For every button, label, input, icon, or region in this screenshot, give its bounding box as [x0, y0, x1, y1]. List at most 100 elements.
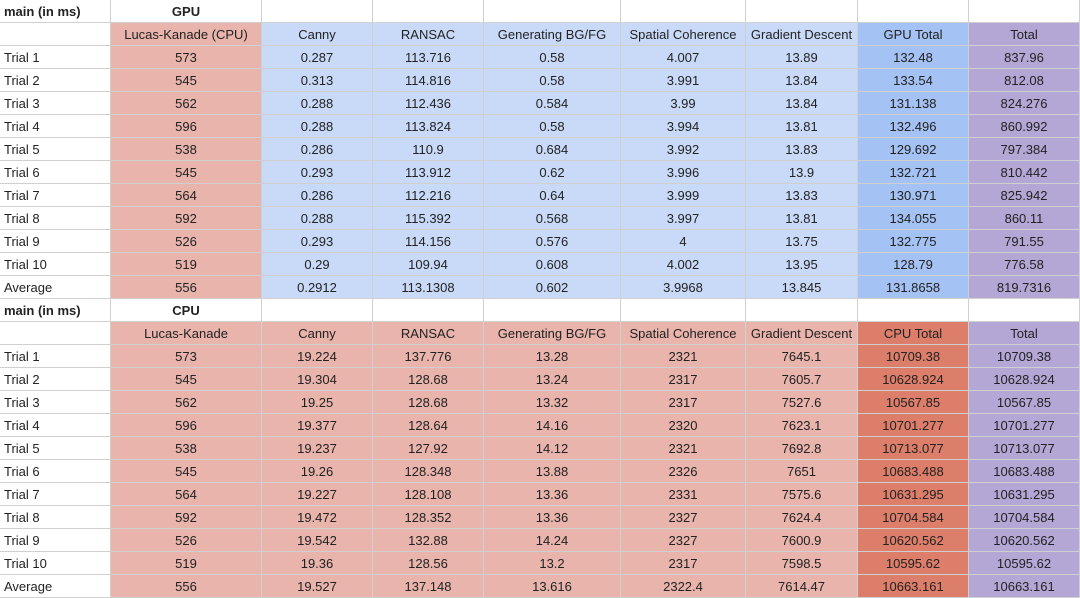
empty-cell[interactable]: [484, 299, 621, 322]
value-cell[interactable]: 10628.924: [969, 368, 1080, 391]
value-cell[interactable]: 110.9: [373, 138, 484, 161]
value-cell[interactable]: 10709.38: [858, 345, 969, 368]
empty-cell[interactable]: [262, 299, 373, 322]
value-cell[interactable]: 13.84: [746, 92, 858, 115]
value-cell[interactable]: 132.496: [858, 115, 969, 138]
row-label-cell[interactable]: Trial 6: [0, 161, 111, 184]
column-header-cell[interactable]: Canny: [262, 322, 373, 345]
value-cell[interactable]: 0.2912: [262, 276, 373, 299]
value-cell[interactable]: 14.16: [484, 414, 621, 437]
value-cell[interactable]: 824.276: [969, 92, 1080, 115]
value-cell[interactable]: 128.108: [373, 483, 484, 506]
value-cell[interactable]: 128.68: [373, 368, 484, 391]
value-cell[interactable]: 13.28: [484, 345, 621, 368]
row-label-cell[interactable]: Trial 7: [0, 184, 111, 207]
value-cell[interactable]: 13.81: [746, 207, 858, 230]
value-cell[interactable]: 0.286: [262, 138, 373, 161]
value-cell[interactable]: 2320: [621, 414, 746, 437]
value-cell[interactable]: 109.94: [373, 253, 484, 276]
value-cell[interactable]: 596: [111, 115, 262, 138]
value-cell[interactable]: 3.994: [621, 115, 746, 138]
value-cell[interactable]: 0.602: [484, 276, 621, 299]
value-cell[interactable]: 19.227: [262, 483, 373, 506]
value-cell[interactable]: 10713.077: [858, 437, 969, 460]
value-cell[interactable]: 7623.1: [746, 414, 858, 437]
value-cell[interactable]: 112.216: [373, 184, 484, 207]
section-label-cell[interactable]: main (in ms): [0, 299, 111, 322]
value-cell[interactable]: 10709.38: [969, 345, 1080, 368]
value-cell[interactable]: 526: [111, 230, 262, 253]
row-label-cell[interactable]: Trial 8: [0, 207, 111, 230]
value-cell[interactable]: 0.313: [262, 69, 373, 92]
value-cell[interactable]: 0.293: [262, 161, 373, 184]
value-cell[interactable]: 519: [111, 253, 262, 276]
row-label-cell[interactable]: Trial 5: [0, 437, 111, 460]
value-cell[interactable]: 13.2: [484, 552, 621, 575]
value-cell[interactable]: 19.26: [262, 460, 373, 483]
value-cell[interactable]: 7624.4: [746, 506, 858, 529]
value-cell[interactable]: 10683.488: [969, 460, 1080, 483]
value-cell[interactable]: 7527.6: [746, 391, 858, 414]
value-cell[interactable]: 19.527: [262, 575, 373, 598]
row-label-cell[interactable]: Trial 10: [0, 253, 111, 276]
row-label-cell[interactable]: Average: [0, 276, 111, 299]
column-header-cell[interactable]: CPU Total: [858, 322, 969, 345]
value-cell[interactable]: 3.996: [621, 161, 746, 184]
value-cell[interactable]: 14.12: [484, 437, 621, 460]
value-cell[interactable]: 137.148: [373, 575, 484, 598]
value-cell[interactable]: 131.8658: [858, 276, 969, 299]
value-cell[interactable]: 860.11: [969, 207, 1080, 230]
row-label-cell[interactable]: Trial 10: [0, 552, 111, 575]
value-cell[interactable]: 113.1308: [373, 276, 484, 299]
row-label-cell[interactable]: Average: [0, 575, 111, 598]
value-cell[interactable]: 10628.924: [858, 368, 969, 391]
value-cell[interactable]: 0.58: [484, 46, 621, 69]
value-cell[interactable]: 13.84: [746, 69, 858, 92]
row-label-cell[interactable]: Trial 4: [0, 414, 111, 437]
value-cell[interactable]: 797.384: [969, 138, 1080, 161]
row-label-cell[interactable]: Trial 2: [0, 69, 111, 92]
value-cell[interactable]: 825.942: [969, 184, 1080, 207]
value-cell[interactable]: 2326: [621, 460, 746, 483]
value-cell[interactable]: 133.54: [858, 69, 969, 92]
value-cell[interactable]: 10704.584: [969, 506, 1080, 529]
value-cell[interactable]: 13.89: [746, 46, 858, 69]
value-cell[interactable]: 519: [111, 552, 262, 575]
empty-cell[interactable]: [969, 0, 1080, 23]
value-cell[interactable]: 7614.47: [746, 575, 858, 598]
value-cell[interactable]: 132.88: [373, 529, 484, 552]
value-cell[interactable]: 128.68: [373, 391, 484, 414]
value-cell[interactable]: 19.377: [262, 414, 373, 437]
section-title-cell[interactable]: GPU: [111, 0, 262, 23]
value-cell[interactable]: 564: [111, 483, 262, 506]
value-cell[interactable]: 3.997: [621, 207, 746, 230]
value-cell[interactable]: 128.348: [373, 460, 484, 483]
value-cell[interactable]: 10620.562: [858, 529, 969, 552]
value-cell[interactable]: 2331: [621, 483, 746, 506]
empty-cell[interactable]: [621, 0, 746, 23]
value-cell[interactable]: 0.62: [484, 161, 621, 184]
column-header-cell[interactable]: Total: [969, 322, 1080, 345]
value-cell[interactable]: 10567.85: [969, 391, 1080, 414]
value-cell[interactable]: 13.95: [746, 253, 858, 276]
row-label-cell[interactable]: Trial 2: [0, 368, 111, 391]
value-cell[interactable]: 137.776: [373, 345, 484, 368]
value-cell[interactable]: 0.58: [484, 115, 621, 138]
value-cell[interactable]: 10701.277: [858, 414, 969, 437]
row-label-cell[interactable]: Trial 3: [0, 92, 111, 115]
value-cell[interactable]: 4: [621, 230, 746, 253]
value-cell[interactable]: 0.684: [484, 138, 621, 161]
value-cell[interactable]: 2317: [621, 391, 746, 414]
value-cell[interactable]: 19.25: [262, 391, 373, 414]
value-cell[interactable]: 10663.161: [858, 575, 969, 598]
value-cell[interactable]: 3.991: [621, 69, 746, 92]
value-cell[interactable]: 113.824: [373, 115, 484, 138]
column-header-cell[interactable]: Canny: [262, 23, 373, 46]
value-cell[interactable]: 791.55: [969, 230, 1080, 253]
value-cell[interactable]: 2317: [621, 552, 746, 575]
value-cell[interactable]: 2317: [621, 368, 746, 391]
value-cell[interactable]: 7598.5: [746, 552, 858, 575]
empty-cell[interactable]: [484, 0, 621, 23]
value-cell[interactable]: 128.64: [373, 414, 484, 437]
value-cell[interactable]: 10631.295: [969, 483, 1080, 506]
